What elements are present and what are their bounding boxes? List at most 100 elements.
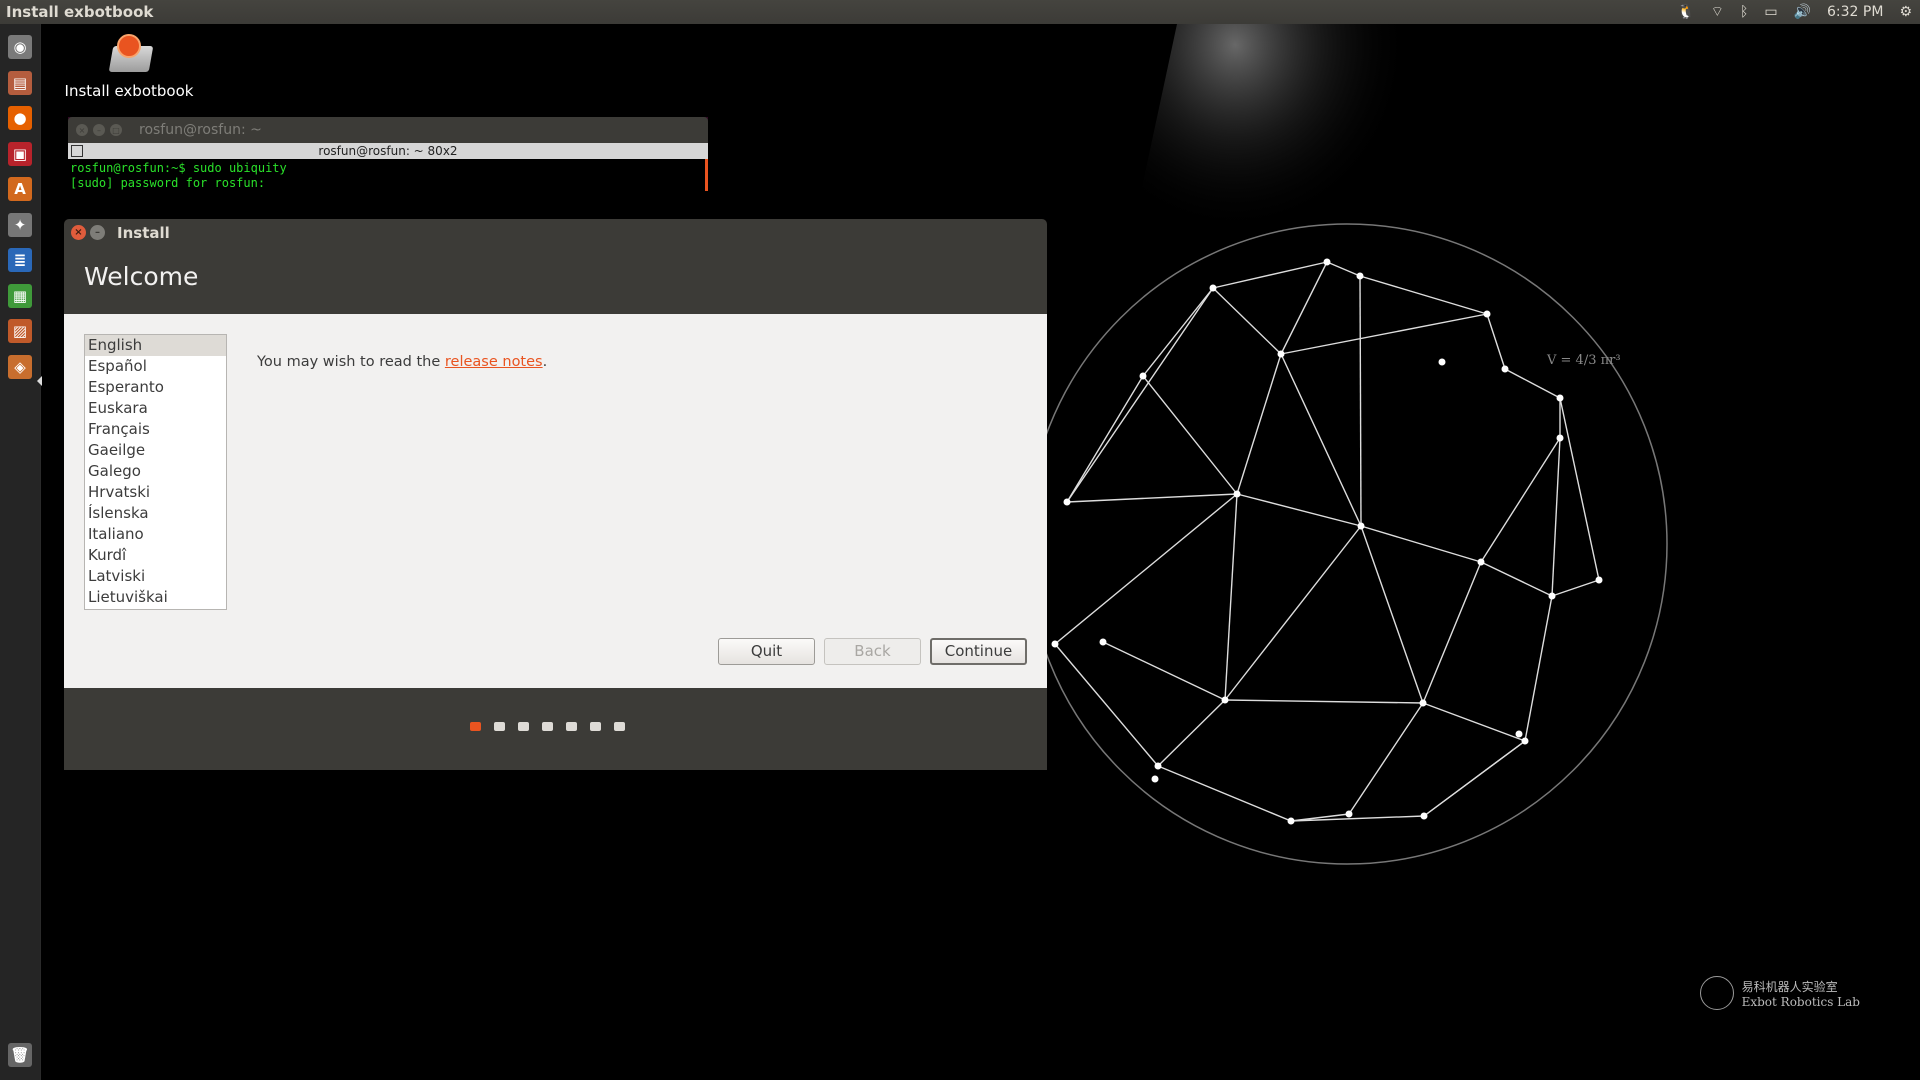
terminal-close-button[interactable]: × [76, 124, 88, 136]
terminal-maximize-button[interactable]: □ [110, 124, 122, 136]
language-item[interactable]: Latviski [85, 566, 226, 587]
continue-button[interactable]: Continue [930, 638, 1027, 665]
language-item[interactable]: Esperanto [85, 377, 226, 398]
quit-button[interactable]: Quit [718, 638, 815, 665]
geodesic-node [1420, 812, 1428, 820]
bluetooth-icon[interactable]: ᛒ [1740, 4, 1748, 20]
lab-name-en: Exbot Robotics Lab [1741, 994, 1860, 1009]
volume-icon[interactable]: 🔊 [1794, 4, 1811, 20]
language-item[interactable]: Gaeilge [85, 440, 226, 461]
installer-icon [105, 32, 154, 76]
geodesic-node [1154, 762, 1162, 770]
lab-logo: 易科机器人实验室 Exbot Robotics Lab [1699, 976, 1860, 1010]
step-dot [614, 722, 625, 731]
launcher: 🗑 ◉ ▤ ● ▣ A ✦ ≣ ▦ ▨ ◈ [0, 24, 42, 1080]
launcher-dash-home-icon[interactable]: ◉ [5, 32, 35, 62]
terminal-cursor [705, 159, 708, 191]
page-title: Welcome [84, 262, 199, 291]
launcher-glyph: ▦ [8, 283, 32, 308]
language-item[interactable]: Kurdî [85, 545, 226, 566]
launcher-writer-icon[interactable]: ≣ [5, 245, 35, 275]
terminal-line: rosfun@rosfun:~$ sudo ubiquity [70, 161, 287, 175]
installer-titlebar[interactable]: × – Install [64, 219, 1047, 246]
geodesic-node [1151, 775, 1159, 783]
release-notes-link[interactable]: release notes [445, 354, 543, 370]
launcher-glyph: ▤ [8, 70, 32, 95]
geodesic-edge [1224, 493, 1238, 701]
language-item[interactable]: Íslenska [85, 503, 226, 524]
desktop-icon-label: Install exbotbook [64, 82, 194, 100]
intro-prefix: You may wish to read the [257, 354, 445, 370]
terminal-minimize-button[interactable]: – [93, 124, 105, 136]
step-dot [566, 722, 577, 731]
minimize-icon[interactable]: – [90, 225, 105, 240]
wallpaper-graphic: V = 4/3 πr³ [1047, 24, 1668, 865]
language-item[interactable]: Lietuviškai [85, 587, 226, 608]
step-dot [590, 722, 601, 731]
launcher-software-center-icon[interactable]: A [5, 174, 35, 204]
terminal-titlebar[interactable]: × – □ rosfun@rosfun: ~ [68, 117, 708, 143]
linux-tux-icon[interactable]: 🐧 [1677, 4, 1694, 20]
launcher-presentation-icon[interactable]: ▣ [5, 139, 35, 169]
geodesic-node [1277, 350, 1285, 358]
language-item[interactable]: English [85, 335, 226, 356]
launcher-installer-icon[interactable]: ◈ [5, 352, 35, 382]
geodesic-node [1356, 272, 1364, 280]
geodesic-node [1323, 258, 1331, 266]
terminal-output[interactable]: rosfun@rosfun:~$ sudo ubiquity [sudo] pa… [68, 159, 708, 191]
geodesic-node [1521, 737, 1529, 745]
launcher-system-settings-icon[interactable]: ✦ [5, 210, 35, 240]
geodesic-node [1477, 558, 1485, 566]
language-list[interactable]: English Español Esperanto Euskara Français Ga… [84, 334, 227, 610]
language-item[interactable]: Hrvatski [85, 482, 226, 503]
geodesic-node [1548, 592, 1556, 600]
language-item[interactable]: Euskara [85, 398, 226, 419]
terminal-window[interactable]: × – □ rosfun@rosfun: ~ rosfun@rosfun: ~ … [68, 117, 708, 191]
launcher-firefox-icon[interactable]: ● [5, 103, 35, 133]
indicator-area: 🐧 ⌔ ᛒ ▭ 🔊 6:32 PM ⚙ [1677, 0, 1912, 24]
geodesic-node [1595, 576, 1603, 584]
active-app-indicator [37, 376, 42, 386]
gear-icon[interactable]: ⚙ [1899, 4, 1912, 20]
geodesic-edge [1524, 595, 1553, 742]
clock[interactable]: 6:32 PM [1827, 4, 1883, 20]
geodesic-edge [1504, 368, 1561, 399]
geodesic-edge [1360, 525, 1424, 704]
language-item[interactable]: Galego [85, 461, 226, 482]
geodesic-edge [1157, 765, 1292, 822]
geodesic-node [1233, 490, 1241, 498]
geodesic-node [1419, 699, 1427, 707]
battery-icon[interactable]: ▭ [1764, 4, 1777, 20]
geodesic-node [1357, 522, 1365, 530]
geodesic-node [1501, 365, 1509, 373]
launcher-files-icon[interactable]: ▤ [5, 68, 35, 98]
geodesic-node [1556, 394, 1564, 402]
launcher-glyph: ▣ [8, 141, 32, 166]
terminal-size-bar: rosfun@rosfun: ~ 80x2 [68, 143, 708, 159]
trash-icon[interactable]: 🗑 [5, 1040, 35, 1070]
launcher-calc-icon[interactable]: ▦ [5, 281, 35, 311]
geodesic-node [1287, 817, 1295, 825]
close-icon[interactable]: × [71, 225, 86, 240]
geodesic-node [1051, 640, 1059, 648]
geodesic-edge [1551, 579, 1600, 597]
terminal-title: rosfun@rosfun: ~ [139, 122, 262, 138]
window-title: Install exbotbook [6, 3, 154, 21]
geodesic-node [1515, 730, 1523, 738]
language-item[interactable]: Italiano [85, 524, 226, 545]
back-button[interactable]: Back [824, 638, 921, 665]
wifi-icon[interactable]: ⌔ [1711, 3, 1724, 21]
launcher-impress-icon[interactable]: ▨ [5, 316, 35, 346]
geodesic-edge [1157, 699, 1226, 767]
launcher-glyph: ● [8, 106, 32, 130]
geodesic-edge [1423, 740, 1526, 817]
geodesic-edge [1142, 375, 1238, 495]
step-dot [470, 722, 481, 731]
language-item[interactable]: Español [85, 356, 226, 377]
desktop-icon-install[interactable]: Install exbotbook [64, 32, 194, 100]
launcher-glyph: ◈ [8, 354, 32, 379]
geodesic-edge [1236, 353, 1282, 495]
launcher-glyph: ◉ [8, 35, 32, 59]
language-item[interactable]: Français [85, 419, 226, 440]
installer-window: × – Install Welcome English Español Espera… [64, 219, 1047, 770]
